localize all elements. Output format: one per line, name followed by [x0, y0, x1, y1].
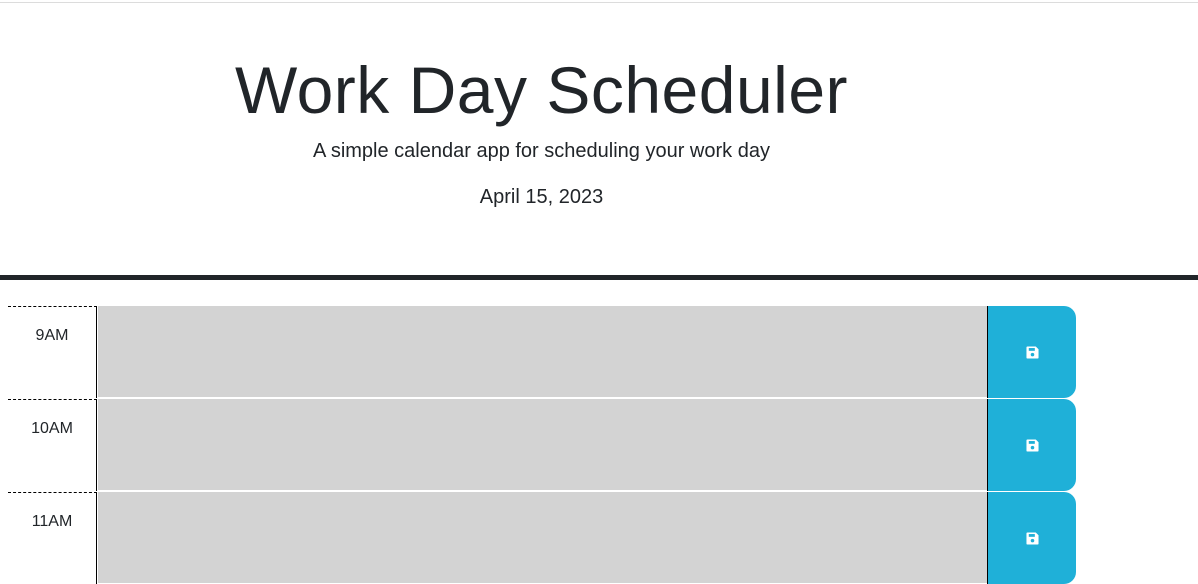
save-button[interactable]	[987, 399, 1076, 491]
time-block-row: 10AM	[8, 399, 1076, 491]
save-icon	[1025, 438, 1039, 452]
save-icon	[1025, 345, 1039, 359]
hour-label: 10AM	[8, 399, 97, 491]
event-description-input[interactable]	[98, 306, 987, 398]
save-button[interactable]	[987, 306, 1076, 398]
page-title: Work Day Scheduler	[234, 53, 849, 127]
event-description-input[interactable]	[98, 492, 987, 584]
header-divider	[0, 275, 1198, 280]
time-block-row: 9AM	[8, 306, 1076, 398]
hour-label: 9AM	[8, 306, 97, 398]
page-subtitle: A simple calendar app for scheduling you…	[313, 140, 770, 162]
current-date: April 15, 2023	[479, 186, 604, 208]
save-icon	[1025, 531, 1039, 545]
top-divider	[0, 2, 1198, 3]
hour-label: 11AM	[8, 492, 97, 584]
event-description-input[interactable]	[98, 399, 987, 491]
save-button[interactable]	[987, 492, 1076, 584]
time-block-row: 11AM	[8, 492, 1076, 584]
